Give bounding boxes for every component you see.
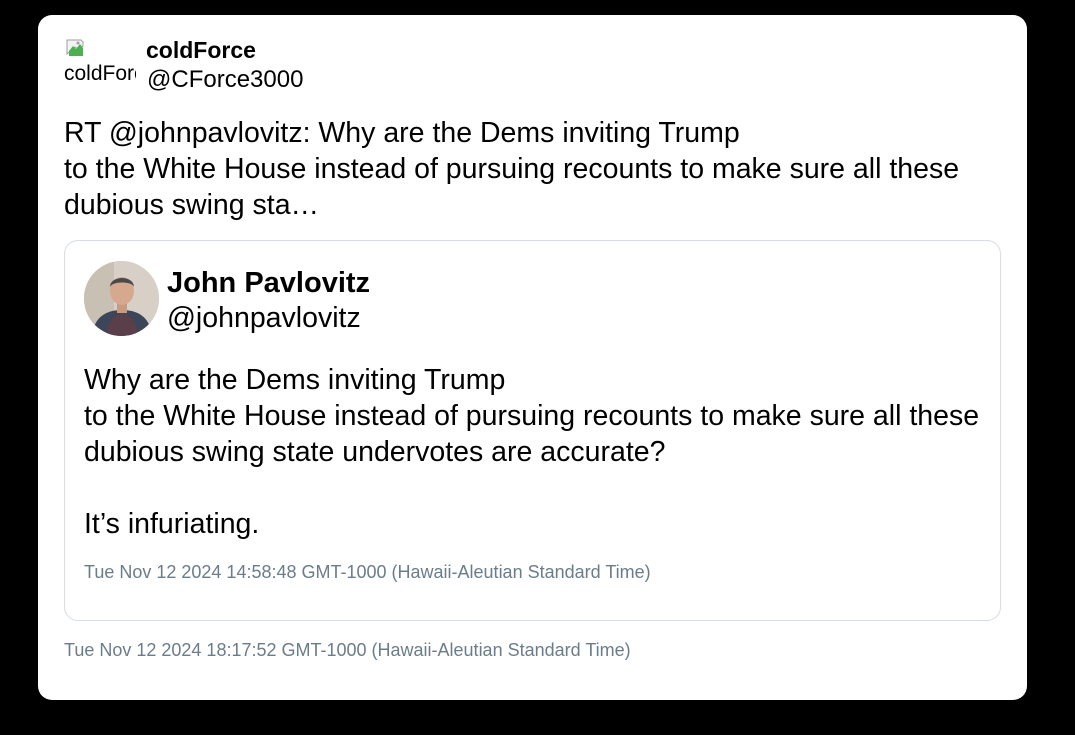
quoted-author-avatar[interactable] [84,261,159,336]
person-photo-icon [84,261,159,336]
tweet-timestamp: Tue Nov 12 2024 18:17:52 GMT-1000 (Hawai… [64,640,631,660]
quoted-author-handle[interactable]: @johnpavlovitz [167,301,361,335]
quoted-tweet[interactable]: John Pavlovitz @johnpavlovitz Why are th… [64,240,1001,621]
tweet-text: RT @johnpavlovitz: Why are the Dems invi… [64,117,960,221]
avatar[interactable]: coldForce [64,37,136,87]
broken-image-icon [66,39,84,56]
quoted-author-name[interactable]: John Pavlovitz [167,266,370,300]
quoted-tweet-text: Why are the Dems inviting Trump to the W… [84,364,980,540]
author-handle[interactable]: @CForce3000 [147,66,303,94]
avatar-alt-text: coldForce [64,62,136,85]
tweet-card: coldForce coldForce @CForce3000 RT @john… [38,15,1027,700]
quoted-tweet-timestamp: Tue Nov 12 2024 14:58:48 GMT-1000 (Hawai… [84,562,651,582]
author-name[interactable]: coldForce [146,37,256,64]
